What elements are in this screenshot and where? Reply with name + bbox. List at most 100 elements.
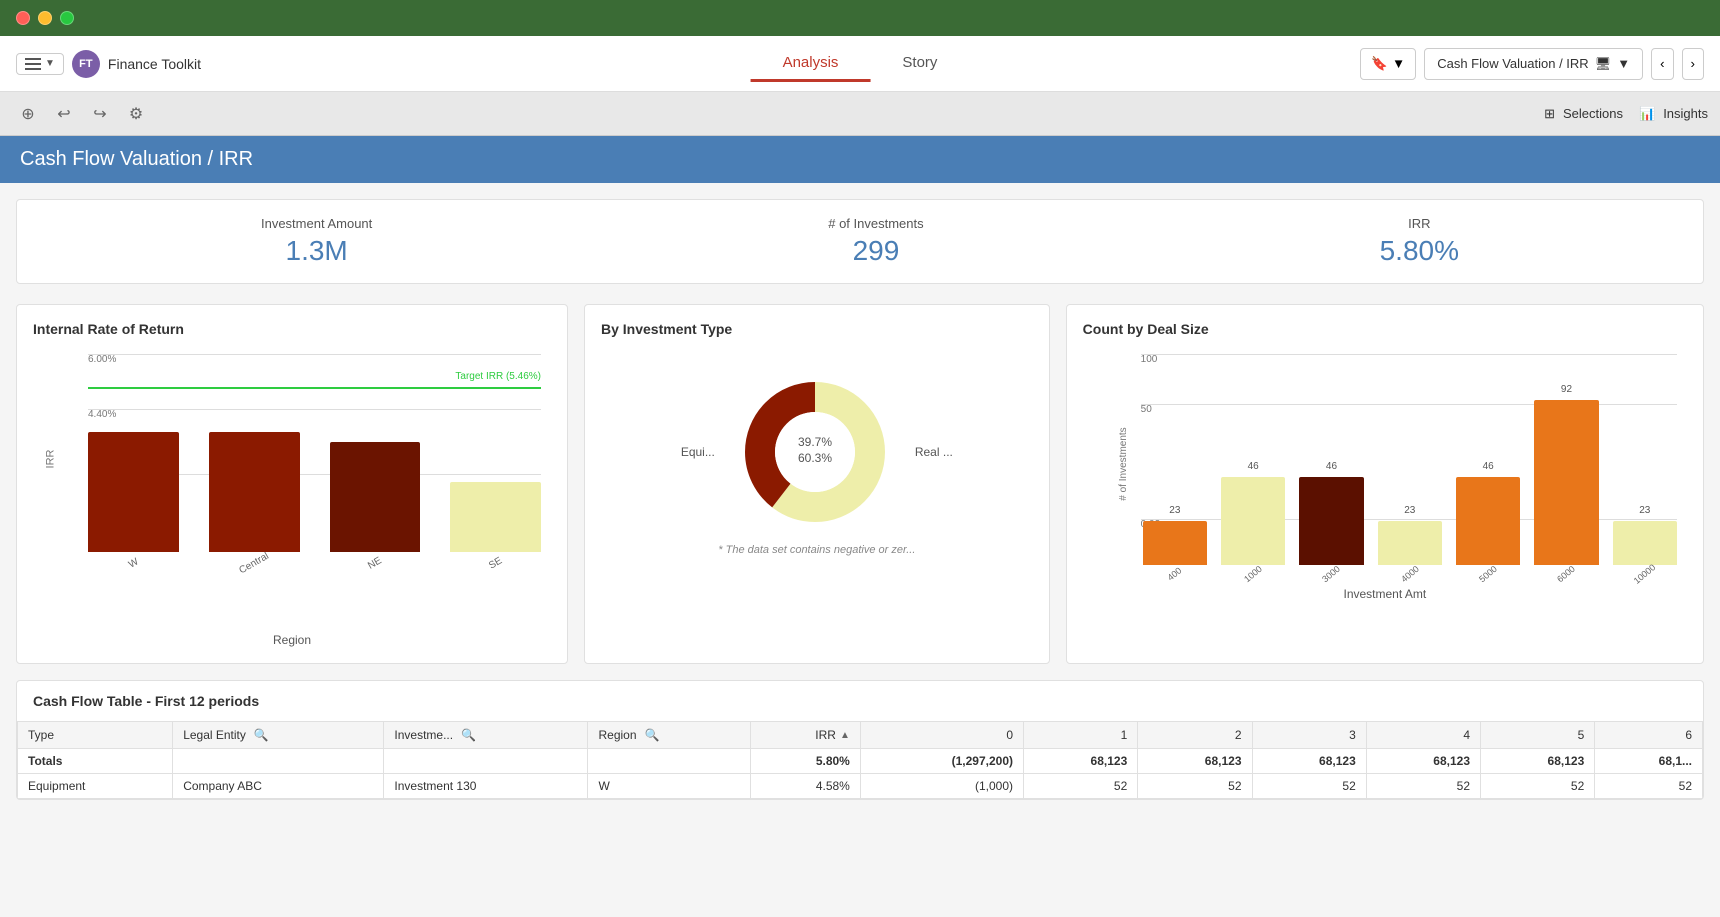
totals-col6: 68,1...	[1595, 749, 1703, 774]
col-investment: Investme... 🔍	[384, 722, 588, 749]
kpi-irr: IRR 5.80%	[1380, 216, 1459, 267]
table-row-totals: Totals 5.80% (1,297,200) 68,123 68,123 6…	[18, 749, 1703, 774]
redo-button[interactable]: ↪	[84, 98, 116, 130]
deal-bar-3000-fill	[1299, 477, 1363, 565]
deal-bar-400-fill	[1143, 521, 1207, 565]
y-tick-top: 6.00%	[88, 354, 541, 365]
sort-icon[interactable]: ▲	[840, 730, 850, 741]
redo-icon: ↪	[93, 104, 106, 124]
row1-col5: 52	[1481, 774, 1595, 799]
charts-row: Internal Rate of Return IRR 6.00% 4.40% …	[16, 304, 1704, 664]
cashflow-table: Type Legal Entity 🔍 Investme...	[17, 721, 1703, 799]
deal-bar-10000[interactable]: 23 10000	[1613, 521, 1677, 579]
search-icon[interactable]: 🔍	[254, 728, 269, 742]
deal-bar-10000-label: 10000	[1632, 562, 1658, 586]
row1-col4: 52	[1366, 774, 1480, 799]
bar-Central[interactable]: Central	[209, 432, 300, 569]
row1-region: W	[588, 774, 750, 799]
y-tick-mid: 4.40%	[88, 409, 541, 420]
deal-bar-6000-fill	[1534, 400, 1598, 565]
selections-icon: ⊞	[1544, 106, 1555, 122]
deal-bar-1000-label: 1000	[1242, 564, 1264, 585]
donut-chart-title: By Investment Type	[601, 321, 1033, 337]
deal-bar-1000[interactable]: 46 1000	[1221, 477, 1285, 579]
irr-chart-title: Internal Rate of Return	[33, 321, 551, 337]
bar-SE[interactable]: SE	[450, 482, 541, 569]
col-region: Region 🔍	[588, 722, 750, 749]
deal-bar-4000[interactable]: 23 4000	[1378, 521, 1442, 579]
kpi-num-investments: # of Investments 299	[828, 216, 923, 267]
deal-bar-400[interactable]: 23 400	[1143, 521, 1207, 579]
row1-col3: 52	[1252, 774, 1366, 799]
deal-bar-1000-fill	[1221, 477, 1285, 565]
deal-bar-400-value: 23	[1169, 505, 1180, 516]
row1-col0: (1,000)	[860, 774, 1023, 799]
irr-bar-chart-container: IRR 6.00% 4.40% 3.00% Target IRR (5.46%)	[33, 349, 551, 609]
nav-next-button[interactable]: ›	[1682, 48, 1704, 80]
deal-bar-5000[interactable]: 46 5000	[1456, 477, 1520, 579]
donut-note: * The data set contains negative or zer.…	[718, 544, 915, 556]
tab-story[interactable]: Story	[870, 46, 969, 82]
dashboard-header: Cash Flow Valuation / IRR	[0, 136, 1720, 183]
col-6: 6	[1595, 722, 1703, 749]
selections-label: Selections	[1563, 106, 1623, 121]
bar-NE[interactable]: NE	[330, 442, 421, 569]
chevron-down-icon: ▼	[45, 58, 55, 69]
search-icon[interactable]: 🔍	[645, 728, 660, 742]
app-name: Finance Toolkit	[108, 56, 201, 72]
maximize-button[interactable]	[60, 11, 74, 25]
deal-bar-3000[interactable]: 46 3000	[1299, 477, 1363, 579]
totals-col0: (1,297,200)	[860, 749, 1023, 774]
col-type: Type	[18, 722, 173, 749]
col-legal-entity: Legal Entity 🔍	[173, 722, 384, 749]
deal-chart-panel: Count by Deal Size # of Investments 100 …	[1066, 304, 1704, 664]
col-1: 1	[1024, 722, 1138, 749]
col-4-label: 4	[1463, 728, 1470, 742]
deal-bar-6000-label: 6000	[1556, 564, 1578, 585]
avatar: FT	[72, 50, 100, 78]
deal-bar-4000-value: 23	[1404, 505, 1415, 516]
close-button[interactable]	[16, 11, 30, 25]
totals-irr: 5.80%	[750, 749, 860, 774]
smart-search-icon: ⊕	[21, 104, 34, 124]
hamburger-menu-button[interactable]: ▼	[16, 53, 64, 75]
bar-NE-fill	[330, 442, 421, 552]
search-icon[interactable]: 🔍	[461, 728, 476, 742]
insights-button[interactable]: 📊 Insights	[1639, 106, 1708, 122]
target-line: Target IRR (5.46%)	[88, 387, 541, 389]
table-panel: Cash Flow Table - First 12 periods Type …	[16, 680, 1704, 800]
deal-bar-4000-fill	[1378, 521, 1442, 565]
bar-W-label: W	[127, 556, 141, 570]
kpi-irr-value: 5.80%	[1380, 235, 1459, 267]
settings-button[interactable]: ⚙	[120, 98, 152, 130]
col-legal-entity-label: Legal Entity	[183, 728, 246, 742]
col-4: 4	[1366, 722, 1480, 749]
kpi-row: Investment Amount 1.3M # of Investments …	[16, 199, 1704, 284]
irr-x-axis-label: Region	[33, 633, 551, 647]
irr-bar-chart-panel: Internal Rate of Return IRR 6.00% 4.40% …	[16, 304, 568, 664]
undo-button[interactable]: ↩	[48, 98, 80, 130]
chevron-right-icon: ›	[1691, 56, 1695, 71]
bar-W[interactable]: W	[88, 432, 179, 569]
totals-col5: 68,123	[1481, 749, 1595, 774]
col-1-label: 1	[1121, 728, 1128, 742]
nav-prev-button[interactable]: ‹	[1651, 48, 1673, 80]
smart-search-button[interactable]: ⊕	[12, 98, 44, 130]
deal-gridline-100	[1141, 354, 1677, 355]
table-scroll[interactable]: Type Legal Entity 🔍 Investme...	[17, 721, 1703, 799]
deal-bar-6000[interactable]: 92 6000	[1534, 400, 1598, 579]
deal-bar-10000-fill	[1613, 521, 1677, 565]
selections-button[interactable]: ⊞ Selections	[1544, 106, 1623, 122]
minimize-button[interactable]	[38, 11, 52, 25]
current-sheet-button[interactable]: Cash Flow Valuation / IRR 🖥 ▼	[1424, 48, 1643, 80]
totals-region	[588, 749, 750, 774]
row1-col6: 52	[1595, 774, 1703, 799]
settings-icon: ⚙	[129, 104, 143, 124]
tab-analysis[interactable]: Analysis	[751, 46, 871, 82]
donut-row: Equi... 39.7% 60.3%	[681, 372, 953, 532]
donut-svg-container: 39.7% 60.3%	[735, 372, 895, 532]
deal-bar-3000-value: 46	[1326, 461, 1337, 472]
bookmark-button[interactable]: 🔖 ▼	[1360, 48, 1416, 80]
dashboard-title: Cash Flow Valuation / IRR	[20, 148, 253, 170]
bookmark-icon: 🔖	[1371, 56, 1388, 72]
